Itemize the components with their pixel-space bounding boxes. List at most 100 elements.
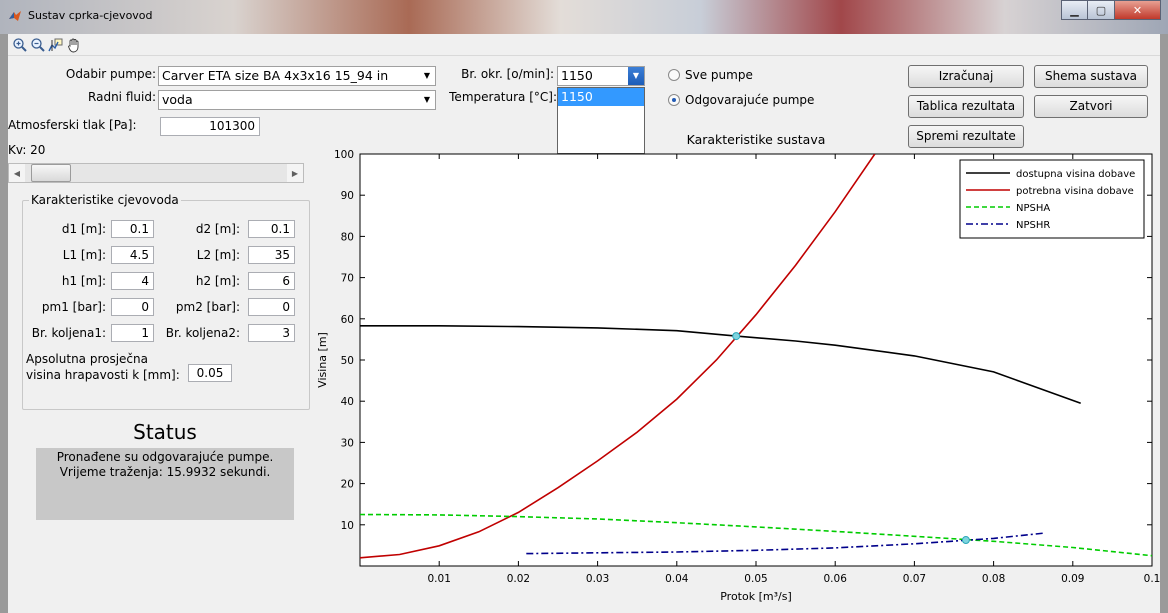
zoom-in-icon[interactable]	[12, 37, 28, 53]
x-tick-label: 0.08	[982, 573, 1005, 585]
chevron-right-icon[interactable]: ▶	[287, 164, 303, 182]
data-cursor-icon[interactable]	[48, 37, 64, 53]
pm2-label: pm2 [bar]:	[175, 300, 240, 314]
legend-entry: NPSHA	[1016, 203, 1050, 214]
results-table-button[interactable]: Tablica rezultata	[908, 95, 1024, 118]
operating-point-marker	[961, 536, 970, 545]
pm1-input[interactable]: 0	[111, 298, 154, 316]
fluid-select-value: voda	[162, 92, 193, 107]
y-axis-label: Visina [m]	[316, 332, 329, 388]
x-tick-label: 0.09	[1061, 573, 1084, 585]
bends2-input[interactable]: 3	[248, 324, 295, 342]
chart-title: Karakteristike sustava	[687, 132, 826, 147]
y-tick-label: 60	[341, 314, 354, 326]
fluid-select[interactable]: voda ▼	[158, 90, 436, 110]
matching-pumps-radio[interactable]: Odgovarajuće pumpe	[668, 92, 814, 108]
status-panel: Pronađene su odgovarajuće pumpe. Vrijeme…	[36, 448, 294, 520]
y-tick-label: 50	[341, 355, 354, 367]
y-tick-label: 80	[341, 231, 354, 243]
roughness-label-line2: visina hrapavosti k [mm]:	[26, 368, 180, 382]
close-button[interactable]: Zatvori	[1034, 95, 1148, 118]
kv-slider[interactable]: ◀ ▶	[8, 163, 304, 183]
calculate-button[interactable]: Izračunaj	[908, 65, 1024, 88]
pump-select-value: Carver ETA size BA 4x3x16 15_94 in	[162, 68, 389, 83]
y-tick-label: 40	[341, 396, 354, 408]
y-tick-label: 70	[341, 273, 354, 285]
close-icon: ✕	[1132, 3, 1143, 17]
h1-input[interactable]: 4	[111, 272, 154, 290]
window-title: Sustav cprka-cjevovod	[28, 9, 153, 22]
x-axis-label: Protok [m³/s]	[720, 590, 792, 603]
atm-pressure-label: Atmosferski tlak [Pa]:	[8, 118, 137, 132]
legend-entry: NPSHR	[1016, 220, 1050, 231]
rpm-select[interactable]: 1150 ▼	[557, 66, 645, 86]
bends1-label: Br. koljena1:	[31, 326, 106, 340]
temperature-label: Temperatura [°C]:	[449, 90, 557, 104]
d2-input[interactable]: 0.1	[248, 220, 295, 238]
close-window-button[interactable]: ✕	[1115, 0, 1161, 20]
maximize-icon: ▢	[1095, 3, 1107, 17]
operating-point-marker	[732, 332, 741, 341]
L1-input[interactable]: 4.5	[111, 246, 154, 264]
rpm-option[interactable]: 1150	[558, 88, 644, 106]
system-characteristics-chart: Karakteristike sustava 0.01 0.02 0.03 0.04 0.…	[316, 132, 1160, 603]
zoom-out-icon[interactable]	[30, 37, 46, 53]
y-tick-label: 30	[341, 437, 354, 449]
pm2-input[interactable]: 0	[248, 298, 295, 316]
d2-label: d2 [m]:	[195, 222, 240, 236]
L2-label: L2 [m]:	[196, 248, 240, 262]
bends2-label: Br. koljena2:	[165, 326, 240, 340]
title-bar: Sustav cprka-cjevovod ▁ ▢ ✕	[0, 0, 1168, 34]
bends1-input[interactable]: 1	[111, 324, 154, 342]
radio-unchecked-icon	[668, 69, 680, 81]
atm-pressure-input[interactable]: 101300	[160, 117, 260, 136]
x-tick-label: 0.04	[665, 573, 689, 585]
status-line-1: Pronađene su odgovarajuće pumpe.	[56, 450, 274, 464]
chevron-left-icon[interactable]: ◀	[9, 164, 25, 182]
x-tick-label: 0.05	[744, 573, 767, 585]
fluid-label: Radni fluid:	[88, 90, 156, 104]
L2-input[interactable]: 35	[248, 246, 295, 264]
pm1-label: pm1 [bar]:	[41, 300, 106, 314]
y-tick-label: 90	[341, 190, 354, 202]
kv-label: Kv: 20	[8, 143, 46, 157]
roughness-label-line1: Apsolutna prosječna	[26, 352, 148, 366]
x-tick-label: 0.03	[586, 573, 609, 585]
rpm-select-value: 1150	[561, 68, 593, 83]
window-controls: ▁ ▢ ✕	[1061, 0, 1161, 22]
x-tick-label: 0.06	[824, 573, 848, 585]
status-title: Status	[133, 420, 197, 444]
roughness-input[interactable]: 0.05	[188, 364, 232, 382]
L1-label: L1 [m]:	[62, 248, 106, 262]
all-pumps-radio[interactable]: Sve pumpe	[668, 67, 753, 83]
status-line-2: Vrijeme traženja: 15.9932 sekundi.	[59, 465, 271, 479]
scheme-button[interactable]: Shema sustava	[1034, 65, 1148, 88]
x-tick-label: 0.02	[507, 573, 530, 585]
pump-label: Odabir pumpe:	[65, 67, 156, 81]
minimize-icon: ▁	[1070, 3, 1079, 17]
legend-entry: potrebna visina dobave	[1016, 186, 1134, 197]
x-tick-label: 0.01	[428, 573, 451, 585]
figure-toolbar	[8, 34, 1160, 56]
chevron-down-icon: ▼	[423, 95, 431, 104]
d1-label: d1 [m]:	[61, 222, 106, 236]
maximize-button[interactable]: ▢	[1088, 0, 1115, 20]
x-tick-label: 0.07	[903, 573, 926, 585]
all-pumps-radio-label: Sve pumpe	[685, 68, 753, 82]
y-tick-label: 20	[341, 479, 354, 491]
kv-slider-thumb[interactable]	[31, 164, 71, 182]
matching-pumps-radio-label: Odgovarajuće pumpe	[685, 93, 815, 107]
pump-select[interactable]: Carver ETA size BA 4x3x16 15_94 in ▼	[158, 66, 436, 86]
y-tick-label: 100	[334, 149, 354, 161]
radio-checked-icon	[668, 94, 680, 106]
minimize-button[interactable]: ▁	[1061, 0, 1088, 20]
chevron-down-icon: ▼	[423, 71, 431, 80]
client-area: Odabir pumpe: Carver ETA size BA 4x3x16 …	[8, 34, 1160, 613]
chevron-down-icon: ▼	[628, 67, 644, 85]
y-tick-label: 10	[341, 520, 354, 532]
pipeline-groupbox-title: Karakteristike cjevovoda	[29, 193, 181, 207]
h2-label: h2 [m]:	[195, 274, 240, 288]
h2-input[interactable]: 6	[248, 272, 295, 290]
pan-hand-icon[interactable]	[66, 37, 82, 53]
d1-input[interactable]: 0.1	[111, 220, 154, 238]
